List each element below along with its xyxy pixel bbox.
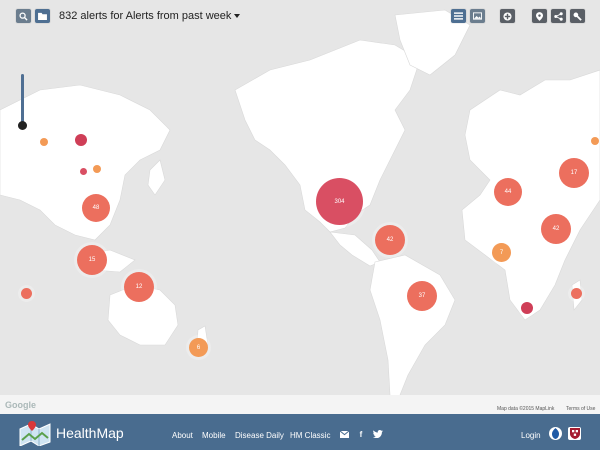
marker-count: 37: [418, 293, 426, 299]
marker-dot[interactable]: [521, 302, 533, 314]
image-icon: [473, 12, 482, 20]
folder-icon: [38, 12, 47, 20]
settings-button[interactable]: [570, 9, 585, 23]
search-icon: [19, 11, 28, 21]
world-map[interactable]: 304 44 48 15 42 42 17 12 37 7 6 Google M…: [0, 0, 600, 414]
harvard-shield-icon[interactable]: [568, 427, 581, 440]
partner-seal-icon[interactable]: [549, 427, 562, 440]
marker-count: 15: [88, 257, 96, 263]
nav-about[interactable]: About: [172, 431, 193, 440]
alerts-title: 832 alerts for Alerts from past week: [59, 10, 232, 22]
marker-europe-east[interactable]: 17: [559, 158, 589, 188]
terms-link[interactable]: Terms of Use: [566, 406, 595, 412]
twitter-icon[interactable]: [373, 429, 383, 439]
marker-australia[interactable]: 12: [124, 272, 154, 302]
marker-dot[interactable]: [571, 288, 582, 299]
marker-europe-west[interactable]: 44: [494, 178, 522, 206]
location-button[interactable]: [532, 9, 547, 23]
footer: HealthMap About Mobile Disease Daily HM …: [0, 414, 600, 450]
marker-dot[interactable]: [93, 165, 101, 173]
search-button[interactable]: [16, 9, 31, 23]
marker-count: 6: [196, 344, 201, 351]
marker-count: 304: [334, 198, 345, 205]
share-button[interactable]: [551, 9, 566, 23]
wrench-icon: [573, 12, 582, 21]
marker-count: 17: [570, 170, 578, 176]
zoom-slider-track[interactable]: [21, 74, 24, 126]
brand-name: HealthMap: [56, 425, 124, 441]
healthmap-logo: [19, 421, 51, 446]
nav-disease-daily[interactable]: Disease Daily: [235, 431, 284, 440]
marker-count: 48: [92, 205, 100, 211]
marker-dot[interactable]: [591, 137, 599, 145]
marker-east-asia[interactable]: 48: [82, 194, 110, 222]
marker-count: 44: [504, 189, 512, 195]
marker-middle-east[interactable]: 42: [541, 214, 571, 244]
marker-caribbean[interactable]: 42: [375, 225, 405, 255]
nav-hm-classic[interactable]: HM Classic: [290, 431, 330, 440]
marker-dot[interactable]: [40, 138, 48, 146]
facebook-icon[interactable]: f: [356, 429, 366, 439]
add-button[interactable]: [500, 9, 515, 23]
nav-mobile[interactable]: Mobile: [202, 431, 226, 440]
image-view-button[interactable]: [470, 9, 485, 23]
email-icon[interactable]: [339, 429, 349, 439]
share-icon: [554, 11, 563, 21]
login-link[interactable]: Login: [521, 431, 541, 440]
chevron-down-icon: [234, 14, 241, 18]
google-logo: Google: [5, 400, 36, 410]
marker-dot[interactable]: [80, 168, 87, 175]
marker-north-america[interactable]: 304: [316, 178, 363, 225]
location-icon: [536, 11, 543, 21]
marker-count: 12: [135, 284, 143, 290]
folder-button[interactable]: [35, 9, 50, 23]
zoom-slider-handle[interactable]: [18, 121, 27, 130]
marker-new-zealand[interactable]: 6: [189, 338, 208, 357]
marker-brazil[interactable]: 37: [407, 281, 437, 311]
marker-count: 42: [552, 226, 560, 232]
list-view-button[interactable]: [451, 9, 466, 23]
map-attribution: Map data ©2015 MapLink: [497, 406, 555, 412]
plus-icon: [503, 11, 512, 21]
list-icon: [454, 12, 463, 20]
marker-count: 7: [499, 249, 504, 256]
alerts-dropdown[interactable]: 832 alerts for Alerts from past week: [59, 9, 241, 23]
marker-southeast-asia[interactable]: 15: [77, 245, 107, 275]
marker-count: 42: [386, 237, 394, 243]
marker-west-africa[interactable]: 7: [492, 243, 511, 262]
marker-dot[interactable]: [75, 134, 87, 146]
marker-dot[interactable]: [21, 288, 32, 299]
